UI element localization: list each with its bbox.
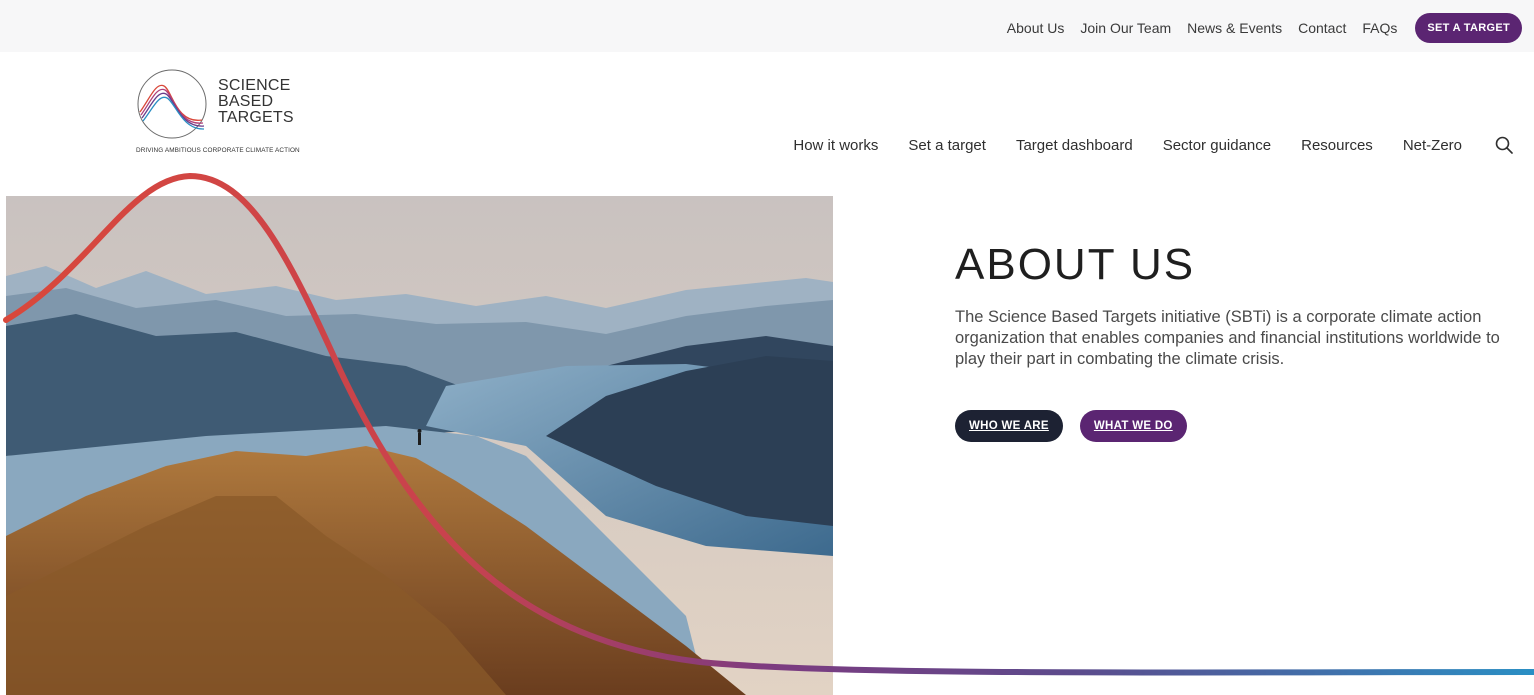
utility-link-contact[interactable]: Contact [1298, 20, 1346, 36]
nav-net-zero[interactable]: Net-Zero [1403, 137, 1462, 154]
main-nav: How it works Set a target Target dashboa… [763, 133, 1514, 157]
utility-link-join-our-team[interactable]: Join Our Team [1080, 20, 1171, 36]
nav-target-dashboard[interactable]: Target dashboard [1016, 137, 1133, 154]
logo-word-based: BASED [218, 93, 274, 110]
hero-buttons: WHO WE ARE WHAT WE DO [955, 410, 1187, 442]
nav-set-a-target[interactable]: Set a target [908, 137, 986, 154]
site-logo[interactable]: SCIENCE BASED TARGETS DRIVING AMBITIOUS … [136, 68, 336, 160]
page-title: ABOUT US [955, 240, 1196, 289]
logo-word-science: SCIENCE [218, 77, 291, 94]
logo-word-targets: TARGETS [218, 109, 294, 126]
logo-tagline: DRIVING AMBITIOUS CORPORATE CLIMATE ACTI… [136, 147, 300, 154]
utility-link-faqs[interactable]: FAQs [1362, 20, 1397, 36]
logo-wordmark: SCIENCE BASED TARGETS [218, 78, 294, 126]
nav-resources[interactable]: Resources [1301, 137, 1373, 154]
page: About Us Join Our Team News & Events Con… [0, 0, 1534, 695]
utility-nav: About Us Join Our Team News & Events Con… [991, 13, 1522, 43]
nav-how-it-works[interactable]: How it works [793, 137, 878, 154]
logo-mark-icon [137, 69, 207, 139]
nav-sector-guidance[interactable]: Sector guidance [1163, 137, 1271, 154]
who-we-are-button[interactable]: WHO WE ARE [955, 410, 1063, 442]
what-we-do-button[interactable]: WHAT WE DO [1079, 410, 1187, 442]
utility-link-about-us[interactable]: About Us [1007, 20, 1065, 36]
search-button[interactable] [1494, 135, 1514, 155]
hero-landscape-image [6, 196, 833, 695]
utility-bar: About Us Join Our Team News & Events Con… [0, 0, 1534, 52]
search-icon [1495, 136, 1513, 154]
set-a-target-button[interactable]: SET A TARGET [1415, 13, 1522, 43]
hero-description: The Science Based Targets initiative (SB… [955, 308, 1500, 368]
utility-link-news-events[interactable]: News & Events [1187, 20, 1282, 36]
